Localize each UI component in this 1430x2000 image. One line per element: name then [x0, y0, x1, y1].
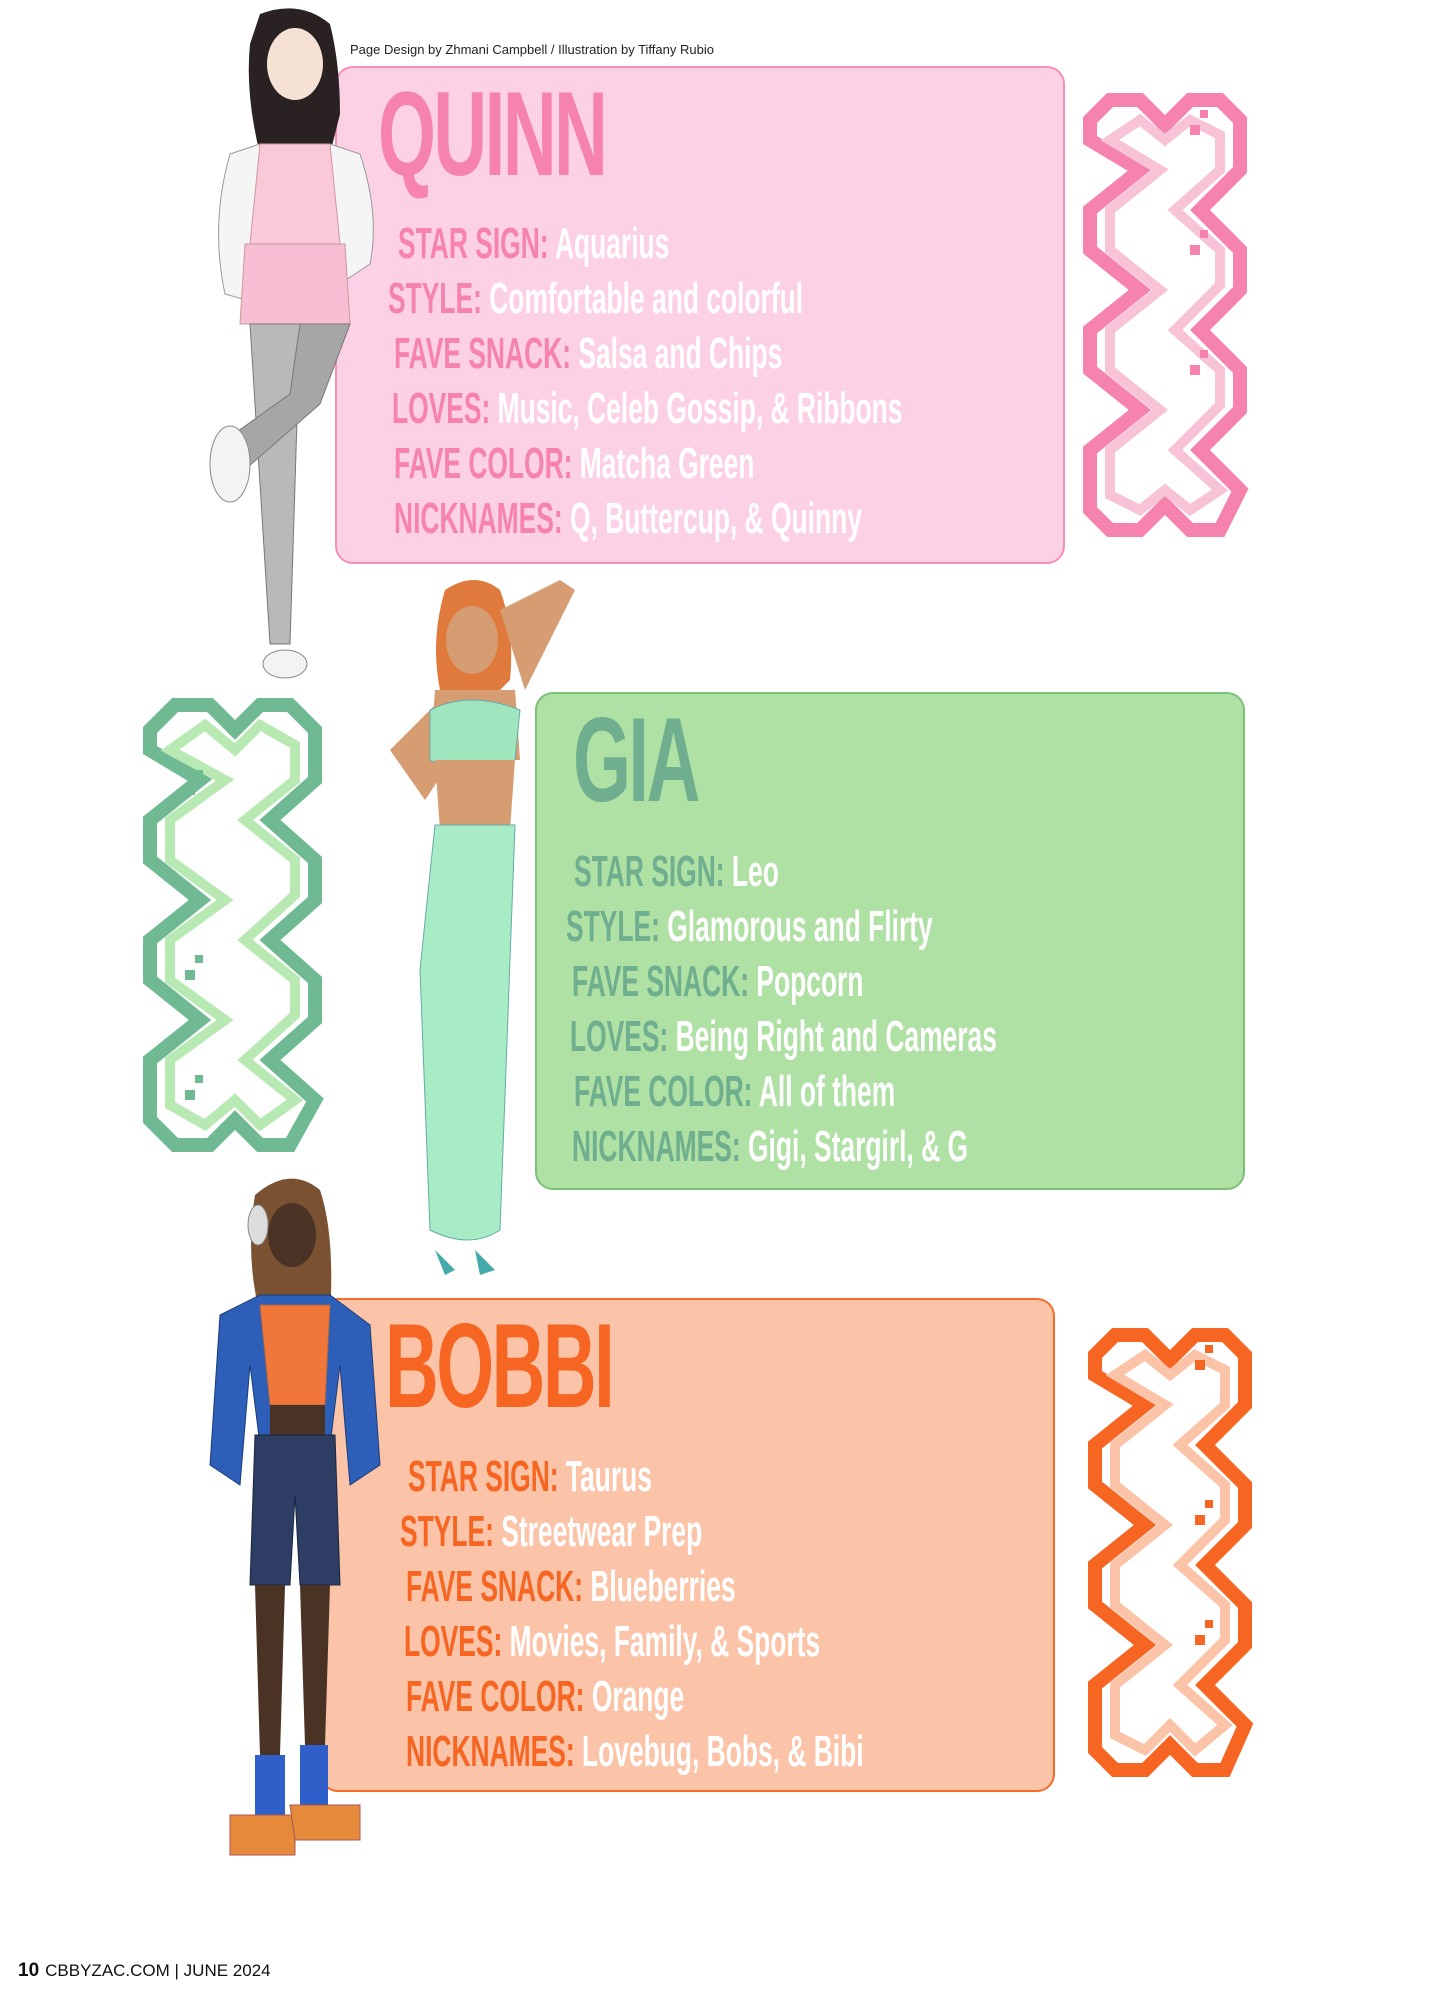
bobbi-fave-snack: FAVE SNACK: Blueberries — [406, 1565, 736, 1609]
quinn-fave-snack: FAVE SNACK: Salsa and Chips — [394, 332, 782, 376]
field-value: Movies, Family, & Sports — [509, 1617, 821, 1666]
gia-loves: LOVES: Being Right and Cameras — [570, 1015, 997, 1059]
field-value: Aquarius — [554, 219, 670, 268]
bobbi-fave-color: FAVE COLOR: Orange — [406, 1675, 684, 1719]
field-label: STYLE: — [388, 274, 482, 323]
field-value: Being Right and Cameras — [675, 1012, 997, 1061]
quinn-fave-color: FAVE COLOR: Matcha Green — [394, 442, 754, 486]
field-value: Comfortable and colorful — [489, 274, 804, 323]
field-label: STYLE: — [400, 1507, 494, 1556]
field-value: Glamorous and Flirty — [667, 902, 933, 951]
green-pixel-hearts-decoration — [143, 698, 324, 1152]
page-credit: Page Design by Zhmani Campbell / Illustr… — [350, 42, 714, 57]
field-value: Q, Buttercup, & Quinny — [570, 494, 862, 543]
field-label: STAR SIGN: — [398, 219, 549, 268]
field-label: FAVE COLOR: — [406, 1672, 585, 1721]
gia-fave-snack: FAVE SNACK: Popcorn — [572, 960, 863, 1004]
bobbi-name: BOBBI — [385, 1299, 615, 1433]
orange-pixel-hearts-decoration — [1088, 1328, 1254, 1777]
field-label: FAVE SNACK: — [394, 329, 571, 378]
field-value: Taurus — [565, 1452, 652, 1501]
field-label: STAR SIGN: — [574, 847, 725, 896]
gia-nicknames: NICKNAMES: Gigi, Stargirl, & G — [572, 1125, 968, 1169]
field-value: Gigi, Stargirl, & G — [748, 1122, 969, 1171]
field-label: FAVE COLOR: — [574, 1067, 753, 1116]
field-label: NICKNAMES: — [406, 1727, 575, 1776]
field-value: Salsa and Chips — [578, 329, 783, 378]
gia-star-sign: STAR SIGN: Leo — [574, 850, 779, 894]
field-value: Lovebug, Bobs, & Bibi — [582, 1727, 864, 1776]
bobbi-star-sign: STAR SIGN: Taurus — [408, 1455, 652, 1499]
gia-style: STYLE: Glamorous and Flirty — [566, 905, 933, 949]
quinn-star-sign: STAR SIGN: Aquarius — [398, 222, 669, 266]
footer-text: CBBYZAC.COM | JUNE 2024 — [45, 1961, 271, 1980]
field-value: Leo — [731, 847, 779, 896]
quinn-style: STYLE: Comfortable and colorful — [388, 277, 803, 321]
field-label: FAVE SNACK: — [406, 1562, 583, 1611]
bobbi-nicknames: NICKNAMES: Lovebug, Bobs, & Bibi — [406, 1730, 864, 1774]
bobbi-illustration — [209, 1178, 381, 1856]
bobbi-style: STYLE: Streetwear Prep — [400, 1510, 702, 1554]
field-value: Streetwear Prep — [501, 1507, 703, 1556]
gia-name: GIA — [573, 693, 700, 827]
field-value: Blueberries — [590, 1562, 736, 1611]
page-footer: 10 CBBYZAC.COM | JUNE 2024 — [18, 1960, 271, 1982]
field-label: FAVE COLOR: — [394, 439, 573, 488]
field-value: All of them — [758, 1067, 896, 1116]
field-label: FAVE SNACK: — [572, 957, 749, 1006]
bobbi-loves: LOVES: Movies, Family, & Sports — [404, 1620, 820, 1664]
field-value: Music, Celeb Gossip, & Ribbons — [497, 384, 903, 433]
field-label: LOVES: — [392, 384, 491, 433]
field-value: Orange — [591, 1672, 685, 1721]
field-value: Matcha Green — [579, 439, 755, 488]
quinn-loves: LOVES: Music, Celeb Gossip, & Ribbons — [392, 387, 902, 431]
field-label: NICKNAMES: — [572, 1122, 741, 1171]
field-label: LOVES: — [404, 1617, 503, 1666]
quinn-nicknames: NICKNAMES: Q, Buttercup, & Quinny — [394, 497, 862, 541]
gia-fave-color: FAVE COLOR: All of them — [574, 1070, 895, 1114]
pink-pixel-hearts-decoration — [1083, 93, 1249, 537]
field-label: NICKNAMES: — [394, 494, 563, 543]
field-value: Popcorn — [756, 957, 864, 1006]
field-label: STAR SIGN: — [408, 1452, 559, 1501]
quinn-name: QUINN — [378, 67, 608, 201]
page-number: 10 — [18, 1960, 40, 1981]
